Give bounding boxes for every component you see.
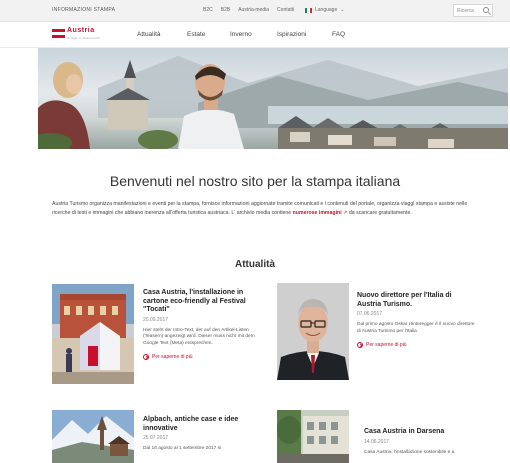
news-card-2: Nuovo direttore per l'Italia di Austria … (357, 292, 477, 348)
card-title[interactable]: Casa Austria, l'installazione in cartone… (143, 289, 260, 315)
card-date: 20.09.2017 (143, 316, 169, 323)
image-archive-link[interactable]: numerose immagini (293, 210, 342, 216)
section-title-attualita: Attualità (235, 259, 275, 270)
intro-paragraph: Austria Turismo organizza manifestazioni… (52, 200, 472, 217)
link-contatti[interactable]: Contatti (277, 7, 294, 13)
language-label: Language (315, 7, 338, 13)
intro-text-after: da scaricare gratuitamente. (347, 209, 412, 216)
press-section-label[interactable]: INFORMAZIONI STAMPA (52, 7, 115, 13)
search-placeholder: Ricerca (457, 8, 474, 14)
card-image-casa-austria[interactable] (52, 284, 134, 384)
card-image-director-portrait[interactable] (277, 283, 349, 380)
read-more-label: Per saperne di più (366, 341, 407, 348)
read-more-label: Per saperne di più (152, 353, 193, 360)
logo-wordmark: Austria (67, 27, 95, 34)
page-title: Benvenuti nel nostro sito per la stampa … (109, 173, 401, 189)
read-more-link[interactable]: Per saperne di più (143, 353, 260, 360)
main-navbar: Austria Urlaub in Österreich Attualità E… (0, 22, 510, 48)
link-b2c[interactable]: B2C (203, 7, 213, 13)
utility-bar: INFORMAZIONI STAMPA B2C B2B Austria-medi… (0, 0, 510, 22)
news-card-4: Casa Austria in Darsena 14.06.2017 Casa … (364, 428, 484, 456)
card-image-alpbach[interactable] (52, 410, 134, 463)
card-teaser: Casa Austria, l'installazione sostenibil… (364, 449, 455, 455)
hero-image (38, 48, 508, 149)
news-card-3: Alpbach, antiche case e idee innovative … (143, 416, 258, 453)
link-b2b[interactable]: B2B (221, 7, 230, 13)
card-title[interactable]: Alpbach, antiche case e idee innovative (143, 416, 258, 433)
card-date: 07.06.2017 (357, 311, 383, 317)
card-teaser: Hier steht der Intro-Text, der auf den A… (143, 327, 255, 347)
read-more-link[interactable]: Per saperne di più (357, 341, 477, 348)
nav-item-attualita[interactable]: Attualità (137, 31, 187, 38)
card-date: 25.07.2017 (143, 435, 169, 441)
arrow-right-circle-icon (143, 353, 149, 360)
hero-illustration (38, 56, 508, 149)
language-selector[interactable]: Language ⌄ (305, 7, 344, 13)
news-card-1: Casa Austria, l'installazione in cartone… (143, 289, 260, 360)
search-input[interactable]: Ricerca (453, 4, 493, 17)
card-title[interactable]: Casa Austria in Darsena (364, 428, 484, 437)
link-austria-media[interactable]: Austria-media (238, 7, 269, 13)
nav-item-faq[interactable]: FAQ (332, 31, 345, 38)
card-image-darsena[interactable] (277, 410, 349, 463)
nav-item-inverno[interactable]: Inverno (230, 31, 277, 38)
austria-logo[interactable]: Austria Urlaub in Österreich (52, 27, 102, 43)
card-teaser: Dal 16 agosto al 1 settembre 2017 si (143, 446, 222, 451)
austria-flag-icon (52, 29, 65, 38)
card-title[interactable]: Nuovo direttore per l'Italia di Austria … (357, 292, 477, 309)
logo-tagline: Urlaub in Österreich (67, 36, 100, 40)
nav-item-ispirazioni[interactable]: Ispirazioni (277, 31, 332, 38)
chevron-down-icon: ⌄ (340, 7, 345, 13)
nav-item-estate[interactable]: Estate (187, 31, 230, 38)
arrow-right-circle-icon (357, 341, 363, 348)
italy-flag-icon (305, 7, 312, 13)
main-nav: Attualità Estate Inverno Ispirazioni FAQ (137, 31, 345, 38)
utility-links: B2C B2B Austria-media Contatti (203, 7, 294, 13)
card-date: 14.06.2017 (364, 438, 390, 445)
search-icon[interactable] (483, 7, 489, 13)
card-teaser: Dal primo agosto Oskar Hinteregger è il … (357, 322, 475, 334)
